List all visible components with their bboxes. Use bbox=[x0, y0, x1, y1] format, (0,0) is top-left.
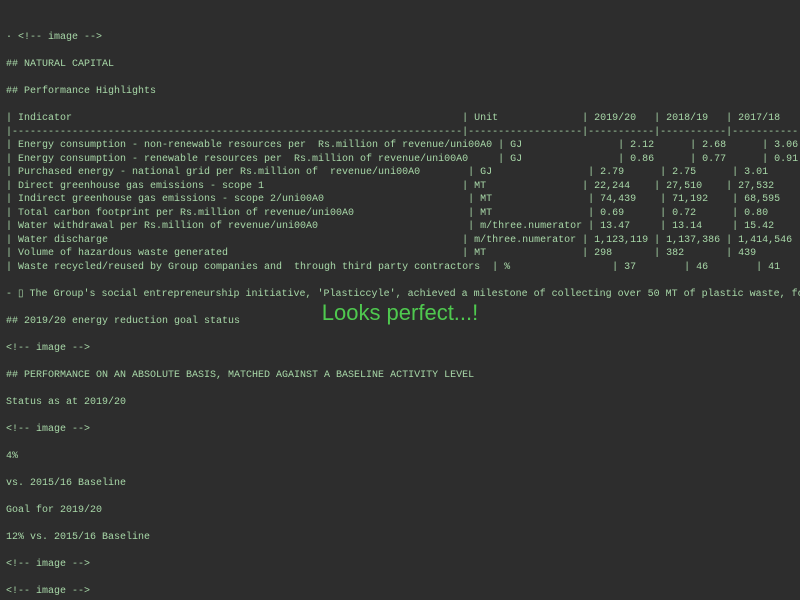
text-line bbox=[6, 490, 794, 504]
text-line bbox=[6, 274, 794, 288]
text-line: | Indirect greenhouse gas emissions - sc… bbox=[6, 193, 794, 207]
text-line: | Direct greenhouse gas emissions - scop… bbox=[6, 180, 794, 194]
text-line: · <!-- image --> bbox=[6, 31, 794, 45]
text-line: 4% bbox=[6, 450, 794, 464]
text-line: ## 2019/20 energy reduction goal status bbox=[6, 315, 794, 329]
text-line: 12% vs. 2015/16 Baseline bbox=[6, 531, 794, 545]
text-line: | Purchased energy - national grid per R… bbox=[6, 166, 794, 180]
text-line: <!-- image --> bbox=[6, 423, 794, 437]
text-line: ## NATURAL CAPITAL bbox=[6, 58, 794, 72]
text-line: Goal for 2019/20 bbox=[6, 504, 794, 518]
text-line: |---------------------------------------… bbox=[6, 126, 794, 140]
document-lines: · <!-- image --> ## NATURAL CAPITAL ## P… bbox=[6, 31, 794, 600]
text-line bbox=[6, 328, 794, 342]
text-line bbox=[6, 45, 794, 59]
text-line bbox=[6, 463, 794, 477]
text-line bbox=[6, 436, 794, 450]
text-line: | Energy consumption - non-renewable res… bbox=[6, 139, 794, 153]
text-line: | Water discharge | m/three.numerator | … bbox=[6, 234, 794, 248]
text-line: | Total carbon footprint per Rs.million … bbox=[6, 207, 794, 221]
text-line bbox=[6, 301, 794, 315]
text-line bbox=[6, 99, 794, 113]
text-line bbox=[6, 409, 794, 423]
text-line bbox=[6, 355, 794, 369]
text-line: | Energy consumption - renewable resourc… bbox=[6, 153, 794, 167]
text-line bbox=[6, 571, 794, 585]
terminal-document: · <!-- image --> ## NATURAL CAPITAL ## P… bbox=[0, 0, 800, 600]
text-line: vs. 2015/16 Baseline bbox=[6, 477, 794, 491]
text-line: <!-- image --> bbox=[6, 342, 794, 356]
text-line bbox=[6, 517, 794, 531]
text-line: ## PERFORMANCE ON AN ABSOLUTE BASIS, MAT… bbox=[6, 369, 794, 383]
text-line: | Water withdrawal per Rs.million of rev… bbox=[6, 220, 794, 234]
text-line: | Volume of hazardous waste generated | … bbox=[6, 247, 794, 261]
text-line bbox=[6, 382, 794, 396]
text-line: <!-- image --> bbox=[6, 558, 794, 572]
text-line: Status as at 2019/20 bbox=[6, 396, 794, 410]
text-line: | Indicator | Unit | 2019/20 | 2018/19 |… bbox=[6, 112, 794, 126]
text-line: ## Performance Highlights bbox=[6, 85, 794, 99]
text-line bbox=[6, 72, 794, 86]
text-line bbox=[6, 544, 794, 558]
text-line: - ▯ The Group's social entrepreneurship … bbox=[6, 288, 794, 302]
text-line: | Waste recycled/reused by Group compani… bbox=[6, 261, 794, 275]
text-line: <!-- image --> bbox=[6, 585, 794, 599]
